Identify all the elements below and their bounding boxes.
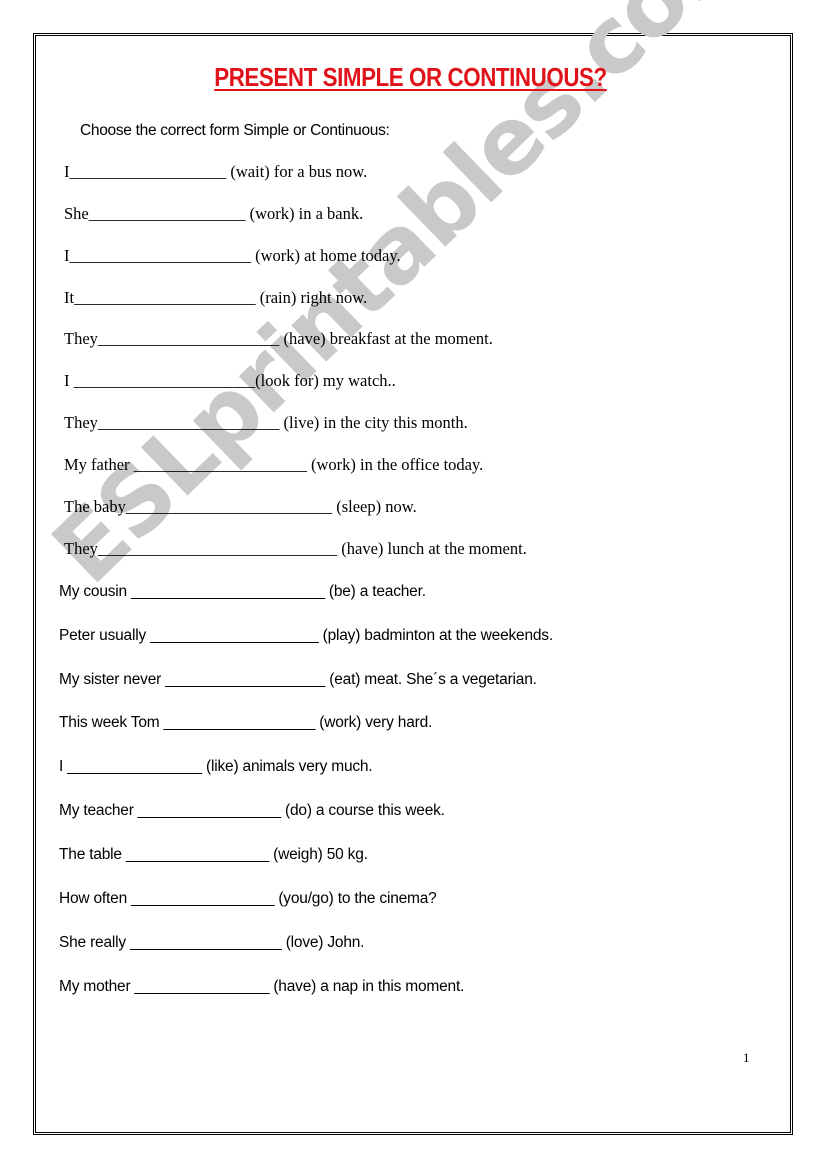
exercise-item[interactable]: She___________________ (work) in a bank. bbox=[64, 204, 363, 224]
exercise-item[interactable]: My mother ________________ (have) a nap … bbox=[59, 977, 464, 997]
page-number: 1 bbox=[743, 1050, 750, 1065]
exercise-item[interactable]: I ________________ (like) animals very m… bbox=[59, 757, 373, 777]
exercise-item[interactable]: Peter usually ____________________ (play… bbox=[59, 626, 553, 646]
exercise-item[interactable]: My teacher _________________ (do) a cour… bbox=[59, 801, 445, 821]
exercise-item[interactable]: They______________________ (live) in the… bbox=[64, 413, 468, 433]
exercise-item[interactable]: They_____________________________ (have)… bbox=[64, 539, 527, 559]
instruction-text: Choose the correct form Simple or Contin… bbox=[80, 122, 390, 139]
exercise-item[interactable]: The table _________________ (weigh) 50 k… bbox=[59, 845, 368, 865]
exercise-item[interactable]: The baby_________________________ (sleep… bbox=[64, 497, 417, 517]
exercise-item[interactable]: My father _____________________ (work) i… bbox=[64, 455, 483, 475]
exercise-item[interactable]: I ______________________(look for) my wa… bbox=[64, 371, 396, 391]
exercise-item[interactable]: How often _________________ (you/go) to … bbox=[59, 889, 437, 909]
exercise-item[interactable]: I______________________ (work) at home t… bbox=[64, 246, 401, 266]
exercise-item[interactable]: This week Tom __________________ (work) … bbox=[59, 713, 432, 733]
exercise-item[interactable]: They______________________ (have) breakf… bbox=[64, 329, 493, 349]
worksheet-title: PRESENT SIMPLE OR CONTINUOUS? bbox=[214, 62, 607, 92]
exercise-item[interactable]: I___________________ (wait) for a bus no… bbox=[64, 162, 367, 182]
exercise-item[interactable]: My cousin _______________________ (be) a… bbox=[59, 582, 426, 602]
exercise-item[interactable]: It______________________ (rain) right no… bbox=[64, 288, 367, 308]
exercise-item[interactable]: She really __________________ (love) Joh… bbox=[59, 933, 364, 953]
exercise-item[interactable]: My sister never ___________________ (eat… bbox=[59, 670, 537, 690]
